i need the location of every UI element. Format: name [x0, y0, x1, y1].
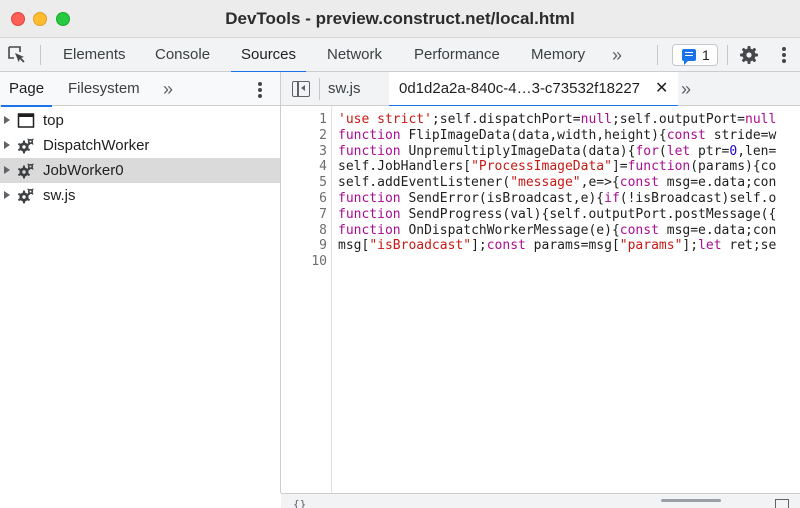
navigator-more-chevron-icon[interactable]: » [163, 72, 173, 106]
line-number: 1 [319, 112, 327, 127]
settings-gear-icon[interactable] [738, 44, 760, 66]
navigator-kebab-icon[interactable] [250, 80, 270, 100]
code-line[interactable]: self.JobHandlers["ProcessImageData"]=fun… [338, 159, 776, 175]
tree-item-sw-js[interactable]: sw.js [0, 183, 280, 208]
line-number: 2 [319, 127, 327, 143]
line-number: 4 [319, 159, 327, 175]
toolbar-divider [657, 45, 658, 65]
navigator-tabbar: Page Filesystem » [0, 72, 280, 107]
navigator-tab-filesystem[interactable]: Filesystem [68, 72, 140, 106]
customize-devtools-kebab-icon[interactable] [774, 45, 794, 65]
line-number: 3 [319, 143, 327, 159]
toolbar-divider [40, 45, 41, 65]
frame-icon [17, 112, 35, 129]
expand-arrow-icon[interactable] [4, 191, 10, 199]
line-number: 8 [319, 222, 327, 238]
tab-elements[interactable]: Elements [63, 38, 126, 72]
inspect-element-icon[interactable] [6, 44, 28, 66]
code-line[interactable]: msg["isBroadcast"];const params=msg["par… [338, 238, 776, 254]
tree-item-top[interactable]: top [0, 108, 280, 133]
expand-arrow-icon[interactable] [4, 166, 10, 174]
code-line[interactable]: function SendError(isBroadcast,e){if(!is… [338, 191, 776, 207]
editor-more-tabs-chevron-icon[interactable]: » [681, 72, 691, 106]
toggle-navigator-icon[interactable] [292, 81, 310, 97]
tree-item-label: DispatchWorker [43, 137, 150, 154]
close-tab-icon[interactable]: ✕ [655, 72, 668, 106]
code-line[interactable] [338, 254, 776, 270]
code-editor[interactable]: 1 2 3 4 5 6 7 8 9 10 'use strict';self.d… [281, 106, 800, 493]
code-line[interactable]: function OnDispatchWorkerMessage(e){cons… [338, 223, 776, 239]
tab-memory[interactable]: Memory [531, 38, 585, 72]
code-lines[interactable]: 'use strict';self.dispatchPort=null;self… [338, 106, 776, 270]
code-line[interactable]: self.addEventListener("message",e=>{cons… [338, 175, 776, 191]
tree-item-jobworker0[interactable]: JobWorker0 [0, 158, 280, 183]
editor-statusbar: {} [281, 493, 800, 508]
navigator-tree: top DispatchWorker JobWorker0 sw.js [0, 108, 280, 208]
line-number: 10 [311, 254, 327, 270]
gear-icon [17, 137, 35, 154]
code-line[interactable]: function FlipImageData(data,width,height… [338, 128, 776, 144]
line-number: 7 [319, 206, 327, 222]
tab-network[interactable]: Network [327, 38, 382, 72]
toolbar-divider [727, 45, 728, 65]
editor-tab-sw-js[interactable]: sw.js [328, 72, 361, 106]
tree-item-label: sw.js [43, 187, 76, 204]
code-line[interactable]: function SendProgress(val){self.outputPo… [338, 207, 776, 223]
expand-arrow-icon[interactable] [4, 116, 10, 124]
coverage-indicator [661, 499, 721, 502]
window-title: DevTools - preview.construct.net/local.h… [225, 9, 575, 28]
tree-item-label: JobWorker0 [43, 162, 124, 179]
navigator-footer [0, 493, 281, 508]
more-tabs-chevron-icon[interactable]: » [612, 38, 622, 72]
line-number: 9 [319, 238, 327, 254]
tab-console[interactable]: Console [155, 38, 210, 72]
gear-icon [17, 187, 35, 204]
expand-arrow-icon[interactable] [4, 141, 10, 149]
tab-performance[interactable]: Performance [414, 38, 500, 72]
tree-item-label: top [43, 112, 64, 129]
line-number: 5 [319, 175, 327, 191]
line-number-gutter: 1 2 3 4 5 6 7 8 9 10 [281, 106, 332, 493]
tree-item-dispatchworker[interactable]: DispatchWorker [0, 133, 280, 158]
tab-sources[interactable]: Sources [230, 38, 307, 73]
navigator-tab-page[interactable]: Page [0, 72, 53, 107]
issues-count: 1 [702, 47, 710, 63]
window-titlebar: DevTools - preview.construct.net/local.h… [0, 0, 800, 38]
sources-navigator: Page Filesystem » top DispatchWorker Job… [0, 72, 281, 508]
gear-icon [17, 162, 35, 179]
code-line[interactable]: 'use strict';self.dispatchPort=null;self… [338, 112, 776, 128]
editor-tab-blob-script[interactable]: 0d1d2a2a-840c-4…3-c73532f18227 [389, 72, 679, 107]
editor-tab-divider [319, 78, 320, 100]
devtools-main-toolbar: Elements Console Sources Network Perform… [0, 38, 800, 73]
message-icon [682, 49, 696, 65]
line-number: 6 [319, 190, 327, 206]
issues-button[interactable]: 1 [672, 44, 718, 66]
code-line[interactable]: function UnpremultiplyImageData(data){fo… [338, 144, 776, 160]
pretty-print-button[interactable]: {} [293, 498, 306, 508]
toggle-debugger-icon[interactable] [775, 499, 789, 508]
editor-tabbar: sw.js 0d1d2a2a-840c-4…3-c73532f18227 ✕ » [281, 72, 800, 107]
